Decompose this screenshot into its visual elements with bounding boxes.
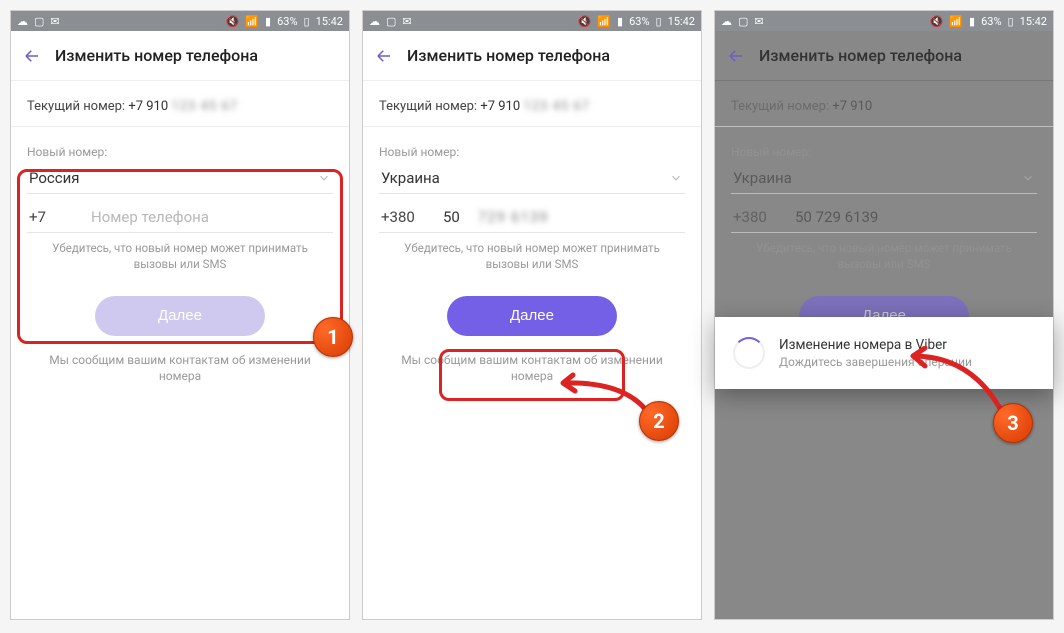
next-button[interactable]: Далее <box>95 296 265 336</box>
page-title: Изменить номер телефона <box>55 46 258 65</box>
back-arrow-icon[interactable] <box>23 47 41 65</box>
current-number-label: Текущий номер: <box>731 99 829 114</box>
country-name: Украина <box>733 169 792 187</box>
phone-number-part: 50 <box>443 208 460 226</box>
mute-icon: 🔇 <box>226 15 240 28</box>
mute-icon: 🔇 <box>930 15 944 28</box>
wifi-icon: 📶 <box>949 15 963 28</box>
phone-input-row[interactable]: +7 Номер телефона <box>27 194 333 233</box>
current-number-row: Текущий номер: +7 910 123 45 67 <box>11 81 349 127</box>
app-bar: Изменить номер телефона <box>715 31 1053 81</box>
wifi-icon: 📶 <box>245 15 259 28</box>
battery-pct: 63% <box>981 15 1001 28</box>
country-selector[interactable]: Россия <box>27 159 333 194</box>
tab-icon: ▢ <box>738 15 748 28</box>
cloud-icon: ☁ <box>17 15 28 28</box>
current-number-value: +7 910 <box>128 99 168 114</box>
country-prefix: +7 <box>29 208 73 226</box>
hint-text: Убедитесь, что новый номер может принима… <box>27 233 333 276</box>
phone-number-masked: 729 6139 <box>478 208 549 226</box>
next-button[interactable]: Далее <box>447 296 617 336</box>
current-number-masked: 123 45 67 <box>171 99 238 114</box>
country-selector[interactable]: Украина <box>379 159 685 194</box>
msg-icon: ✉ <box>50 15 59 28</box>
screen-3: ☁ ▢ ✉ 🔇 📶 ▮ 63% ▯ 15:42 Изменить номер т… <box>714 10 1054 620</box>
current-number-label: Текущий номер: <box>27 99 125 114</box>
status-bar: ☁ ▢ ✉ 🔇 📶 ▮ 63% ▯ 15:42 <box>715 11 1053 31</box>
mute-icon: 🔇 <box>578 15 592 28</box>
hint-text: Убедитесь, что новый номер может принима… <box>379 233 685 276</box>
current-number-masked: 123 45 67 <box>875 99 942 114</box>
clock: 15:42 <box>1020 15 1047 28</box>
dialog-subtitle: Дождитесь завершения операции <box>779 355 972 369</box>
screen-1: ☁ ▢ ✉ 🔇 📶 ▮ 63% ▯ 15:42 Изменить номер т… <box>10 10 350 620</box>
screen-2: ☁ ▢ ✉ 🔇 📶 ▮ 63% ▯ 15:42 Изменить номер т… <box>362 10 702 620</box>
app-bar: Изменить номер телефона <box>11 31 349 81</box>
phone-number-value: 50 729 6139 <box>795 208 878 226</box>
battery-icon: ▯ <box>304 15 310 28</box>
current-number-row: Текущий номер: +7 910 123 45 67 <box>715 81 1053 127</box>
spinner-icon <box>733 337 765 369</box>
battery-pct: 63% <box>629 15 649 28</box>
new-number-label: Новый номер: <box>27 145 333 159</box>
battery-icon: ▯ <box>1008 15 1014 28</box>
new-number-section: Новый номер: Украина +380 50 729 6139 Уб… <box>715 135 1053 280</box>
status-bar: ☁ ▢ ✉ 🔇 📶 ▮ 63% ▯ 15:42 <box>363 11 701 31</box>
country-prefix: +380 <box>733 208 777 226</box>
current-number-row: Текущий номер: +7 910 123 45 67 <box>363 81 701 127</box>
page-title: Изменить номер телефона <box>407 46 610 65</box>
page-title: Изменить номер телефона <box>759 46 962 65</box>
phone-input-row[interactable]: +380 50 729 6139 <box>379 194 685 233</box>
signal-icon: ▮ <box>969 15 975 28</box>
hint-text: Убедитесь, что новый номер может принима… <box>731 233 1037 276</box>
dialog-title: Изменение номера в Viber <box>779 337 972 353</box>
step-badge-3: 3 <box>993 403 1033 443</box>
country-name: Россия <box>29 169 80 187</box>
phone-placeholder: Номер телефона <box>91 208 209 226</box>
clock: 15:42 <box>316 15 343 28</box>
tab-icon: ▢ <box>386 15 396 28</box>
wifi-icon: 📶 <box>597 15 611 28</box>
signal-icon: ▮ <box>265 15 271 28</box>
current-number-label: Текущий номер: <box>379 99 477 114</box>
footnote-text: Мы сообщим вашим контактам об изменении … <box>11 342 349 394</box>
chevron-down-icon <box>317 171 331 185</box>
current-number-value: +7 910 <box>832 99 872 114</box>
chevron-down-icon <box>669 171 683 185</box>
back-arrow-icon[interactable] <box>727 47 745 65</box>
clock: 15:42 <box>668 15 695 28</box>
msg-icon: ✉ <box>402 15 411 28</box>
chevron-down-icon <box>1021 171 1035 185</box>
battery-pct: 63% <box>277 15 297 28</box>
step-badge-2: 2 <box>639 401 679 441</box>
current-number-value: +7 910 <box>480 99 520 114</box>
msg-icon: ✉ <box>754 15 763 28</box>
new-number-section: Новый номер: Украина +380 50 729 6139 Уб… <box>363 135 701 280</box>
step-badge-1: 1 <box>313 317 353 357</box>
status-bar: ☁ ▢ ✉ 🔇 📶 ▮ 63% ▯ 15:42 <box>11 11 349 31</box>
signal-icon: ▮ <box>617 15 623 28</box>
phone-input-row[interactable]: +380 50 729 6139 <box>731 194 1037 233</box>
cloud-icon: ☁ <box>369 15 380 28</box>
country-prefix: +380 <box>381 208 425 226</box>
battery-icon: ▯ <box>656 15 662 28</box>
app-bar: Изменить номер телефона <box>363 31 701 81</box>
country-name: Украина <box>381 169 440 187</box>
new-number-label: Новый номер: <box>731 145 1037 159</box>
progress-dialog: Изменение номера в Viber Дождитесь завер… <box>715 317 1053 389</box>
cloud-icon: ☁ <box>721 15 732 28</box>
tab-icon: ▢ <box>34 15 44 28</box>
back-arrow-icon[interactable] <box>375 47 393 65</box>
new-number-label: Новый номер: <box>379 145 685 159</box>
current-number-masked: 123 45 67 <box>523 99 590 114</box>
country-selector[interactable]: Украина <box>731 159 1037 194</box>
new-number-section: Новый номер: Россия +7 Номер телефона Уб… <box>11 135 349 280</box>
footnote-text: Мы сообщим вашим контактам об изменении … <box>363 342 701 394</box>
